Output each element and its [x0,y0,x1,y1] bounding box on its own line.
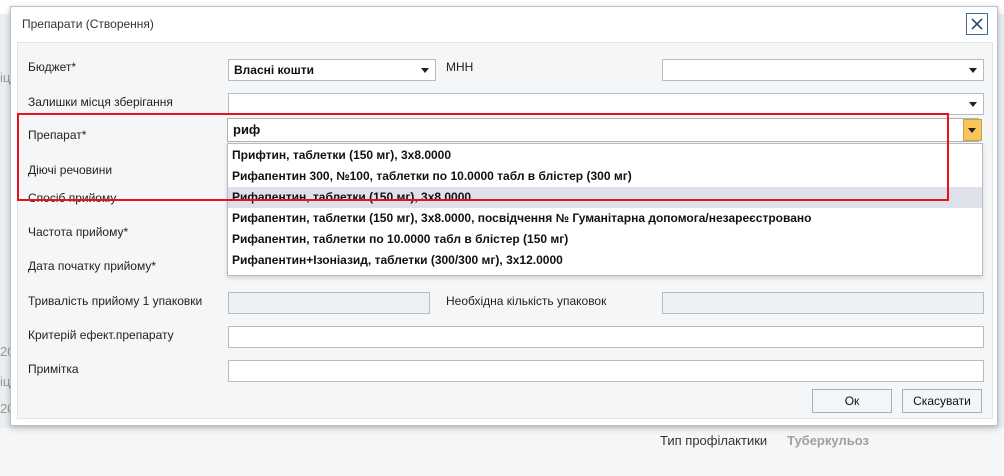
packages-needed-label: Необхідна кількість упаковок [446,294,607,308]
dropdown-option-label: Рифапентин+Ізоніазид, таблетки (300/300 … [232,253,563,267]
frequency-label: Частота прийому* [28,225,129,239]
chevron-down-icon [969,102,977,107]
dropdown-option[interactable]: Рифапентин, таблетки (150 мг), 3х8.0000,… [228,208,982,229]
storage-select[interactable] [228,93,984,115]
dialog-header: Препарати (Створення) [11,7,997,40]
efficacy-input[interactable] [228,326,984,348]
note-label: Примітка [28,362,79,376]
dropdown-option-label: Рифапентин, таблетки (150 мг), 3х8.0000,… [232,211,812,225]
close-icon [971,18,983,30]
cancel-button[interactable]: Скасувати [902,389,982,413]
chevron-down-icon [968,128,976,133]
drug-create-dialog: Препарати (Створення) Бюджет* Власні кош… [10,6,998,426]
budget-label: Бюджет* [28,60,77,74]
drug-dropdown-button[interactable] [963,119,982,141]
drug-label: Препарат* [28,128,87,142]
drug-search-input[interactable]: риф [227,118,979,142]
active-substances-label: Діючі речовини [28,163,113,177]
mnn-label: МНН [446,60,474,74]
dropdown-option[interactable]: Прифтин, таблетки (150 мг), 3х8.0000 [228,145,982,166]
ok-button[interactable]: Ок [812,389,892,413]
budget-select-value: Власні кошти [234,63,314,77]
prophylaxis-type-label: Тип профілактики [660,433,768,448]
dropdown-option-highlighted[interactable]: Рифапентин, таблетки (150 мг), 3х8.0000 [228,187,982,208]
close-button[interactable] [966,13,988,35]
dropdown-option-label: Рифапентин 300, №100, таблетки по 10.000… [232,169,632,183]
drug-dropdown-list: Прифтин, таблетки (150 мг), 3х8.0000 Риф… [227,143,983,276]
start-date-label: Дата початку прийому* [28,259,156,273]
prophylaxis-type-value: Туберкульоз [787,433,869,448]
duration-label: Тривалість прийому 1 упаковки [28,294,203,308]
dropdown-option-label: Прифтин, таблетки (150 мг), 3х8.0000 [232,148,452,162]
mnn-select[interactable] [662,59,984,81]
dialog-title: Препарати (Створення) [22,17,154,31]
dropdown-option[interactable]: Рифапентин+Ізоніазид, таблетки (300/300 … [228,250,982,271]
dropdown-option-label: Рифапентин, таблетки по 10.0000 табл в б… [232,232,569,246]
dropdown-option-label: Рифапентин, таблетки (150 мг), 3х8.0000 [232,190,472,204]
storage-label: Залишки місця зберігання [28,95,173,109]
duration-field [228,292,430,314]
efficacy-label: Критерій ефект.препарату [28,328,174,342]
budget-select[interactable]: Власні кошти [228,59,436,81]
packages-needed-field [662,292,984,314]
dropdown-option[interactable]: Рифапентин, таблетки по 10.0000 табл в б… [228,229,982,250]
note-input[interactable] [228,360,984,382]
intake-method-label: Спосіб прийому [28,191,117,205]
drug-search-value: риф [233,122,261,137]
dropdown-option[interactable]: Рифапентин 300, №100, таблетки по 10.000… [228,166,982,187]
chevron-down-icon [421,68,429,73]
chevron-down-icon [969,68,977,73]
